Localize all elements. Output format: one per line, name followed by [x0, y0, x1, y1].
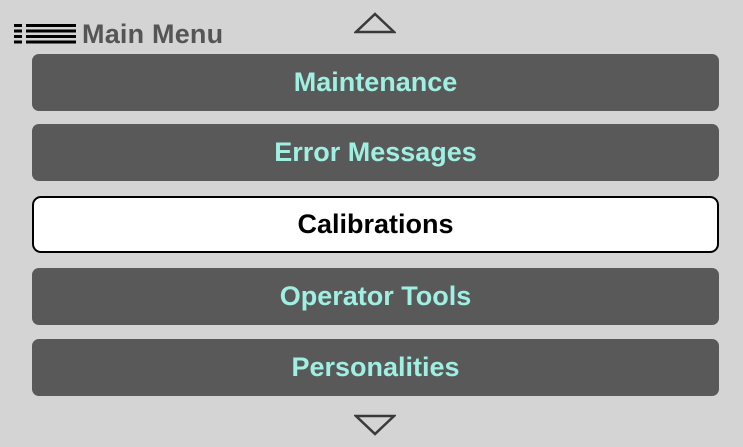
- menu-item-calibrations[interactable]: Calibrations: [32, 196, 719, 253]
- triangle-up-icon: [352, 12, 398, 34]
- menu-header: Main Menu: [14, 18, 223, 50]
- page-title: Main Menu: [82, 18, 224, 49]
- menu-item-label: Maintenance: [293, 67, 458, 97]
- triangle-down-icon: [352, 414, 398, 436]
- menu-item-personalities[interactable]: Personalities: [32, 339, 719, 396]
- menu-item-label: Error Messages: [274, 137, 477, 167]
- menu-item-label: Operator Tools: [279, 281, 472, 311]
- list-menu-icon: [14, 24, 76, 44]
- menu-item-label: Calibrations: [297, 209, 454, 239]
- menu-item-label: Personalities: [291, 352, 460, 382]
- scroll-down-button[interactable]: [352, 414, 398, 436]
- menu-item-error-messages[interactable]: Error Messages: [32, 124, 719, 181]
- menu-item-maintenance[interactable]: Maintenance: [32, 54, 719, 111]
- scroll-up-button[interactable]: [352, 12, 398, 34]
- menu-item-operator-tools[interactable]: Operator Tools: [32, 268, 719, 325]
